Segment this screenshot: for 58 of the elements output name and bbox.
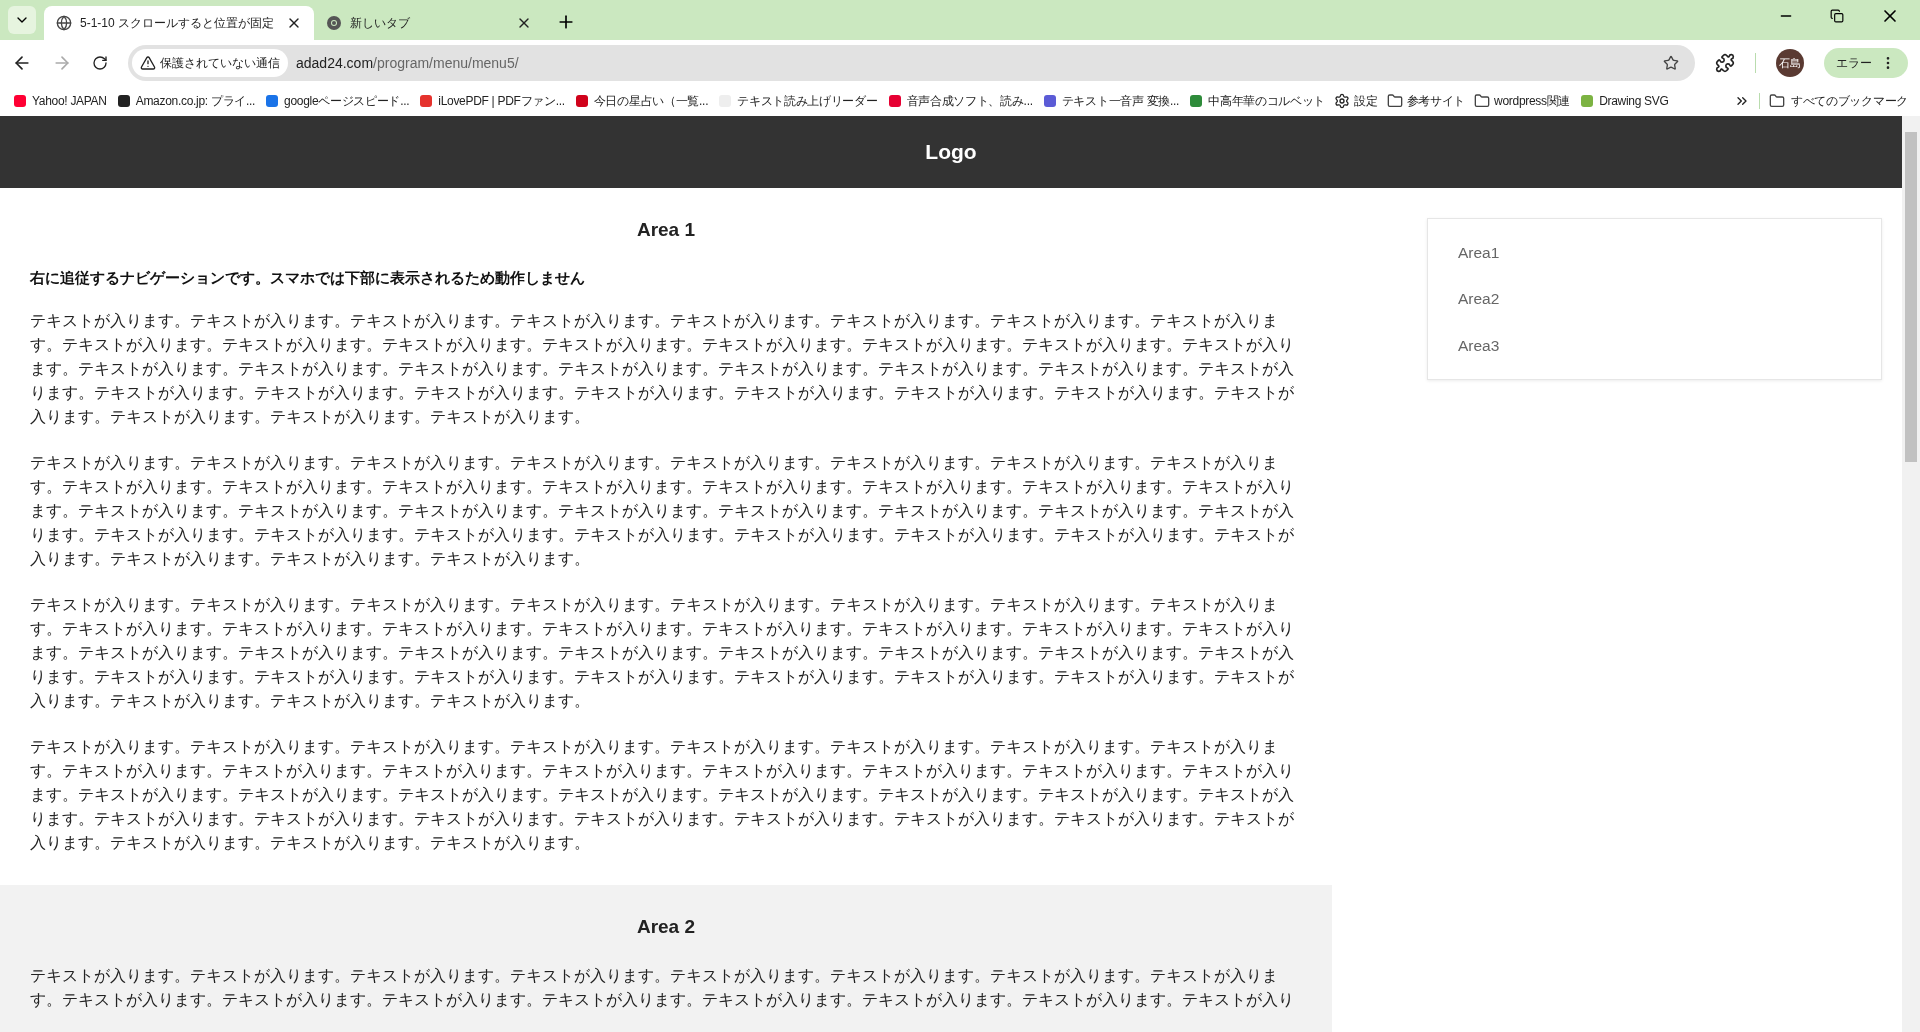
section-heading: Area 1 [635,218,697,242]
logo-text: Logo [925,139,977,166]
scrollbar[interactable] [1902,116,1920,1032]
gear-icon [1334,93,1351,109]
body-paragraph: テキストが入ります。テキストが入ります。テキストが入ります。テキストが入ります。テキストが入ります。テキストが入ります。テキストが入ります。テキストが入ります。テキストが入ります。テキストが入ります。テキストが入ります。テキストが入ります。テキストが入ります。テキストが入ります。テキストが入ります。テキストが入ります。テキストが入ります。テキストが入ります。テキストが入ります。テキストが入ります。テキストが入ります。テキストが入ります。テキストが入ります。テキストが入ります。テキストが入ります。テキストが入ります。テキストが入ります。テキストが入ります。テキストが入ります。テキストが入ります。テキストが入ります。テキストが入ります。テキストが入ります。テキストが入ります。テキストが入ります。 [30,311,1295,427]
folder-icon [1474,93,1491,109]
bookmark-item[interactable]: 参考サイト [1386,92,1466,110]
bookmark-item[interactable]: 設定 [1334,92,1378,110]
lead-text: 右に追従するナビゲーションです。スマホでは下部に表示されるため動作しません [30,267,586,288]
site-icon [264,93,281,109]
bookmark-item[interactable]: テキスト読み上げリーダー [717,92,878,110]
body-paragraph: テキストが入ります。テキストが入ります。テキストが入ります。テキストが入ります。テキストが入ります。テキストが入ります。テキストが入ります。テキストが入ります。テキストが入ります。テキストが入ります。テキストが入ります。テキストが入ります。テキストが入ります。テキストが入ります。テキストが入ります。テキストが入ります。テキストが入ります。テキストが入ります。テキストが入ります。テキストが入ります。テキストが入ります。テキストが入ります。テキストが入ります。テキストが入ります。テキストが入ります。テキストが入ります。テキストが入ります。テキストが入ります。テキストが入ります。テキストが入ります。テキストが入ります。テキストが入ります。テキストが入ります。テキストが入ります。テキストが入ります。 [30,737,1295,853]
site-icon [573,93,590,109]
site-icon [1579,93,1596,109]
bookmark-item[interactable]: Yahoo! JAPAN [12,92,107,110]
wheel-icon [326,15,342,31]
side-nav-link[interactable]: Area3 [1458,333,1851,357]
body-paragraph: テキストが入ります。テキストが入ります。テキストが入ります。テキストが入ります。テキストが入ります。テキストが入ります。テキストが入ります。テキストが入ります。テキストが入ります。テキストが入ります。テキストが入ります。テキストが入ります。テキストが入ります。テキストが入ります。テキストが入ります。テキストが入ります。テキストが入ります。テキストが入ります。テキストが入ります。テキストが入ります。テキストが入ります。テキストが入ります。テキストが入ります。テキストが入ります。テキストが入ります。テキストが入ります。テキストが入ります。テキストが入ります。テキストが入ります。テキストが入ります。テキストが入ります。テキストが入ります。テキストが入ります。テキストが入ります。テキストが入ります。 [30,453,1295,569]
reload-icon[interactable] [92,55,108,71]
side-nav-link[interactable]: Area2 [1458,287,1851,311]
profile-avatar[interactable]: 石島 [1776,49,1804,77]
body-paragraph: テキストが入ります。テキストが入ります。テキストが入ります。テキストが入ります。テキストが入ります。テキストが入ります。テキストが入ります。テキストが入ります。テキストが入ります。テキストが入ります。テキストが入ります。テキストが入ります。テキストが入ります。テキストが入ります。テキストが入ります。テキストが入り [30,965,1295,1010]
bookmark-item[interactable]: iLovePDF | PDFファン... [418,92,565,110]
security-label: 保護されていない通信 [160,55,280,72]
folder-icon [1769,93,1785,109]
bookmark-item[interactable]: Drawing SVG [1579,92,1669,110]
url-text: adad24.com/program/menu/menu5/ [296,53,519,73]
section-heading: Area 2 [635,915,697,939]
folder-icon [1386,93,1403,109]
error-button[interactable]: エラー [1824,48,1908,78]
all-bookmarks-item[interactable]: すべてのブックマーク [1769,92,1908,110]
site-icon [1188,93,1205,109]
bookmark-star-icon[interactable] [1663,55,1679,71]
bookmark-item[interactable]: Amazon.co.jp: プライ... [115,92,256,110]
site-icon [886,93,903,109]
bookmark-item[interactable]: 音声合成ソフト、読み... [886,92,1033,110]
security-chip[interactable]: 保護されていない通信 [132,49,288,77]
site-icon [418,93,435,109]
globe-icon [56,15,72,31]
bookmark-item[interactable]: 今日の星占い（一覧... [573,92,709,110]
bookmark-item[interactable]: googleページスピード... [264,92,410,110]
side-nav-link[interactable]: Area1 [1458,241,1851,265]
extensions-icon[interactable] [1715,53,1735,73]
address-bar[interactable]: 保護されていない通信 adad24.com/program/menu/menu5/ [128,45,1695,81]
bookmark-item[interactable]: テキスト一音声 変換... [1041,92,1180,110]
restore-icon[interactable] [1830,9,1844,23]
site-icon [1041,93,1058,109]
bookmark-item[interactable]: wordpress関連 [1474,92,1571,110]
tab-title: 新しいタブ [350,15,411,32]
tab-title: 5-1-10 スクロールすると位置が固定 [80,15,276,32]
tab-search-button[interactable] [8,6,36,34]
bookmark-item[interactable]: 中高年華のコルベット [1188,92,1326,110]
browser-tab[interactable]: 5-1-10 スクロールすると位置が固定 [44,6,314,40]
site-icon [115,93,132,109]
site-icon [12,93,28,109]
browser-tab[interactable]: 新しいタブ [314,6,544,40]
body-paragraph: テキストが入ります。テキストが入ります。テキストが入ります。テキストが入ります。テキストが入ります。テキストが入ります。テキストが入ります。テキストが入ります。テキストが入ります。テキストが入ります。テキストが入ります。テキストが入ります。テキストが入ります。テキストが入ります。テキストが入ります。テキストが入ります。テキストが入ります。テキストが入ります。テキストが入ります。テキストが入ります。テキストが入ります。テキストが入ります。テキストが入ります。テキストが入ります。テキストが入ります。テキストが入ります。テキストが入ります。テキストが入ります。テキストが入ります。テキストが入ります。テキストが入ります。テキストが入ります。テキストが入ります。テキストが入ります。テキストが入ります。 [30,595,1295,711]
warning-icon [140,55,156,71]
